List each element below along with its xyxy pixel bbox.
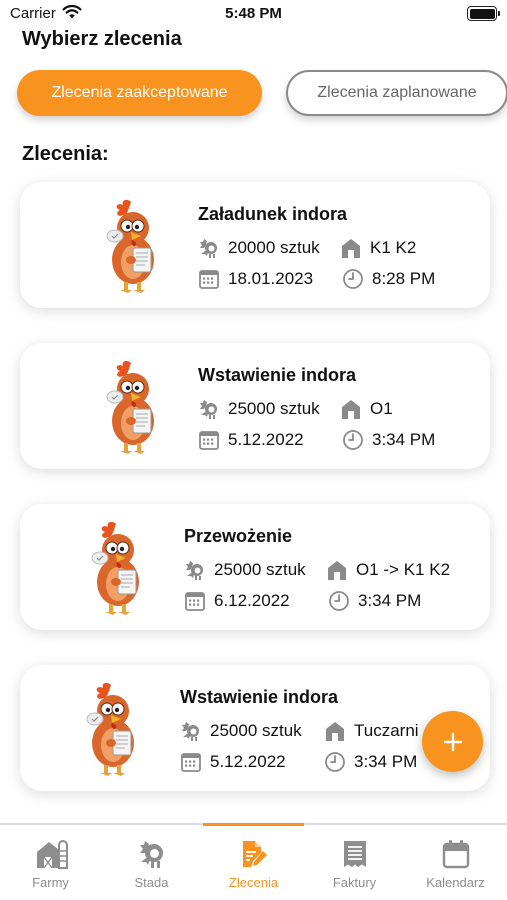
barn-icon (340, 237, 362, 259)
order-count: 20000 sztuk (228, 238, 320, 257)
order-time: 3:34 PM (358, 591, 422, 610)
tab-label: Stada (134, 875, 169, 890)
barn-icon (36, 840, 68, 869)
order-date: 5.12.2022 (210, 752, 286, 771)
order-date: 6.12.2022 (214, 591, 290, 610)
calendar-icon (198, 268, 220, 290)
clock-icon (324, 751, 346, 773)
order-count: 25000 sztuk (214, 560, 306, 579)
clock-icon (342, 268, 364, 290)
order-time: 8:28 PM (372, 269, 436, 288)
order-time-row: 3:34 PM (342, 429, 435, 451)
order-count-row: 25000 sztuk (184, 559, 306, 581)
tab-zlecenia[interactable]: Zlecenia (203, 839, 304, 890)
tab-label: Farmy (32, 875, 69, 890)
order-date-row: 5.12.2022 (198, 429, 304, 451)
order-title: Przewożenie (184, 526, 293, 546)
bottom-tab-bar: Farmy Stada Zlecenia Faktury Kalendarz (0, 823, 507, 900)
order-card[interactable]: Przewożenie 25000 sztuk O1 -> K1 K2 6.12… (20, 504, 490, 630)
tab-accepted-orders[interactable]: Zlecenia zaakceptowane (17, 70, 262, 116)
bird-icon (198, 398, 220, 420)
plus-icon (443, 732, 462, 751)
section-label: Zlecenia: (22, 143, 109, 165)
tab-kalendarz[interactable]: Kalendarz (405, 839, 506, 890)
clock-icon (328, 590, 350, 612)
order-location: O1 (370, 399, 393, 418)
order-time: 3:34 PM (372, 430, 436, 449)
clock-icon (342, 429, 364, 451)
tab-label: Faktury (332, 875, 377, 890)
order-location: K1 K2 (370, 238, 417, 257)
order-date-row: 5.12.2022 (180, 751, 286, 773)
tab-stada[interactable]: Stada (101, 839, 202, 890)
order-location: O1 -> K1 K2 (356, 560, 451, 579)
order-count: 25000 sztuk (228, 399, 320, 418)
order-count-row: 20000 sztuk (198, 237, 320, 259)
page-title: Wybierz zlecenia (22, 28, 182, 50)
order-card[interactable]: Wstawienie indora 25000 sztuk Tuczarni 5… (20, 665, 490, 791)
tab-planned-orders[interactable]: Zlecenia zaplanowane (286, 70, 507, 116)
barn-icon (340, 398, 362, 420)
bird-icon (198, 237, 220, 259)
tab-label: Kalendarz (426, 875, 485, 890)
order-count-row: 25000 sztuk (198, 398, 320, 420)
order-date-row: 18.01.2023 (198, 268, 313, 290)
order-card[interactable]: Wstawienie indora 25000 sztuk O1 5.12.20… (20, 343, 490, 469)
order-time-row: 3:34 PM (324, 751, 417, 773)
order-card[interactable]: Załadunek indora 20000 sztuk K1 K2 18.01… (20, 182, 490, 308)
order-count-row: 25000 sztuk (180, 720, 302, 742)
barn-icon (326, 559, 348, 581)
status-time: 5:48 PM (225, 5, 282, 22)
active-tab-indicator (203, 823, 304, 826)
calendar-icon (184, 590, 206, 612)
order-date-row: 6.12.2022 (184, 590, 290, 612)
order-location-row: K1 K2 (340, 237, 416, 259)
order-date: 5.12.2022 (228, 430, 304, 449)
order-title: Załadunek indora (198, 204, 348, 224)
order-time-row: 8:28 PM (342, 268, 435, 290)
chicken-mascot-image (75, 679, 151, 779)
order-time-row: 3:34 PM (328, 590, 421, 612)
tab-farmy[interactable]: Farmy (0, 839, 101, 890)
order-location: Tuczarni (354, 721, 419, 740)
calendar-icon (442, 840, 469, 869)
chicken-mascot-image (95, 357, 171, 457)
order-count: 25000 sztuk (210, 721, 302, 740)
order-location-row: O1 -> K1 K2 (326, 559, 450, 581)
tab-label: Zlecenia (228, 875, 279, 890)
order-time: 3:34 PM (354, 752, 418, 771)
chicken-mascot-image (80, 518, 156, 618)
order-date: 18.01.2023 (228, 269, 314, 288)
tab-faktury[interactable]: Faktury (304, 839, 405, 890)
battery-icon (467, 6, 500, 21)
chicken-mascot-image (95, 196, 171, 296)
status-bar: Carrier 5:48 PM (0, 0, 507, 28)
barn-icon (324, 720, 346, 742)
add-order-button[interactable] (422, 711, 483, 772)
order-location-row: O1 (340, 398, 393, 420)
order-location-row: Tuczarni (324, 720, 419, 742)
receipt-icon (343, 841, 366, 867)
edit-document-icon (242, 841, 267, 867)
bird-icon (180, 720, 202, 742)
turkey-icon (139, 841, 163, 868)
calendar-icon (198, 429, 220, 451)
order-title: Wstawienie indora (180, 687, 339, 707)
order-title: Wstawienie indora (198, 365, 357, 385)
bird-icon (184, 559, 206, 581)
calendar-icon (180, 751, 202, 773)
